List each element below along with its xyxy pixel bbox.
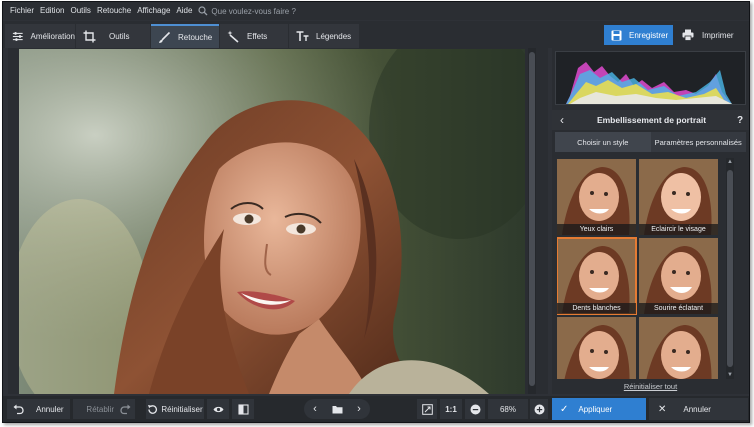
tab-amelioration[interactable]: Amélioration	[5, 24, 75, 48]
bottom-bar: Annuler Rétablir Réinitialiser ‹ › 1:1 6…	[3, 396, 749, 422]
style-thumb-5[interactable]	[557, 317, 636, 379]
undo-icon	[13, 404, 24, 414]
apply-button[interactable]: ✓ Appliquer	[552, 398, 646, 420]
tab-label: Légendes	[316, 31, 352, 41]
style-thumb-dents-blanches[interactable]: Dents blanches	[557, 237, 637, 315]
menu-edition[interactable]: Edition	[37, 2, 67, 20]
print-button[interactable]: Imprimer	[676, 25, 746, 45]
tab-label: Amélioration	[30, 31, 75, 41]
app-window: Fichier Edition Outils Retouche Affichag…	[2, 1, 750, 423]
style-caption: Yeux clairs	[557, 224, 636, 235]
menu-outils[interactable]: Outils	[67, 2, 93, 20]
search-box[interactable]: Que voulez-vous faire ?	[198, 6, 296, 16]
sliders-icon	[12, 31, 23, 41]
folder-icon	[332, 405, 342, 413]
zoom-level: 68%	[488, 399, 528, 419]
undo-label: Annuler	[36, 404, 64, 414]
save-label: Enregistrer	[629, 30, 669, 40]
style-thumb-yeux-clairs[interactable]: Yeux clairs	[557, 159, 636, 235]
menu-retouche[interactable]: Retouche	[94, 2, 134, 20]
reset-icon	[148, 404, 158, 414]
scrollbar-thumb[interactable]	[529, 52, 535, 386]
tab-parametres[interactable]: Paramètres personnalisés	[650, 132, 746, 152]
fit-icon	[421, 403, 433, 415]
panel-tabs: Choisir un style Paramètres personnalisé…	[555, 132, 746, 152]
tab-label: Retouche	[178, 32, 213, 42]
print-label: Imprimer	[702, 30, 734, 40]
tab-outils[interactable]: Outils	[76, 24, 150, 48]
main-toolbar: Amélioration Outils Retouche Effets Lége…	[3, 21, 749, 48]
style-thumb-eclaircir-visage[interactable]: Eclaircir le visage	[639, 159, 718, 235]
tab-retouche[interactable]: Retouche	[151, 24, 219, 48]
zoom-in-button[interactable]	[530, 399, 548, 419]
save-button[interactable]: Enregistrer	[604, 25, 673, 45]
printer-icon	[682, 29, 694, 41]
next-button[interactable]: ›	[348, 399, 370, 419]
right-panel: ‹ Embellissement de portrait ? Choisir u…	[552, 48, 749, 394]
crop-icon	[83, 30, 96, 42]
undo-button[interactable]: Annuler	[7, 399, 70, 419]
panel-header: ‹ Embellissement de portrait ?	[552, 110, 749, 130]
redo-label: Rétablir	[86, 404, 114, 414]
eye-icon	[213, 406, 223, 412]
check-icon: ✓	[560, 403, 569, 415]
magic-wand-icon	[227, 30, 239, 43]
menu-affichage[interactable]: Affichage	[134, 2, 173, 20]
tab-legendes[interactable]: Légendes	[289, 24, 359, 48]
compare-button[interactable]	[232, 399, 254, 419]
portrait-photo[interactable]	[19, 49, 525, 394]
style-caption: Eclaircir le visage	[639, 224, 718, 235]
close-icon: ✕	[658, 403, 667, 415]
style-caption: Dents blanches	[557, 303, 636, 314]
cancel-button[interactable]: ✕ Annuler	[649, 398, 748, 420]
style-scrollbar[interactable]: ▲ ▼	[726, 158, 734, 379]
panel-title: Embellissement de portrait	[596, 115, 707, 125]
compare-icon	[237, 403, 249, 415]
back-arrow-icon[interactable]: ‹	[552, 113, 572, 127]
histogram	[555, 51, 746, 105]
redo-button[interactable]: Rétablir	[73, 399, 135, 419]
redo-icon	[120, 404, 131, 414]
fit-to-window-button[interactable]	[417, 399, 437, 419]
canvas-area[interactable]	[8, 48, 548, 394]
menu-bar: Fichier Edition Outils Retouche Affichag…	[3, 2, 749, 20]
style-grid: Yeux clairs Eclaircir le visage Dents bl…	[557, 159, 721, 379]
zoom-out-button[interactable]	[465, 399, 485, 419]
tab-label: Outils	[109, 31, 130, 41]
reset-button[interactable]: Réinitialiser	[146, 399, 204, 419]
zoom-in-icon	[534, 404, 544, 414]
tab-label: Effets	[247, 31, 268, 41]
zoom-out-icon	[470, 404, 480, 414]
apply-label: Appliquer	[578, 404, 613, 414]
scroll-up-icon[interactable]: ▲	[726, 158, 734, 166]
menu-aide[interactable]: Aide	[173, 2, 195, 20]
search-icon	[198, 6, 208, 16]
menu-fichier[interactable]: Fichier	[7, 2, 37, 20]
text-icon	[296, 30, 309, 41]
scroll-down-icon[interactable]: ▼	[726, 371, 734, 379]
scrollbar-thumb[interactable]	[727, 170, 733, 367]
preview-button[interactable]	[207, 399, 229, 419]
chevron-left-icon: ‹	[313, 403, 317, 415]
reset-all-link[interactable]: Réinitialiser tout	[552, 382, 749, 391]
brush-icon	[159, 31, 171, 43]
style-caption: Sourire éclatant	[639, 303, 718, 314]
chevron-right-icon: ›	[357, 403, 361, 415]
style-thumb-6[interactable]	[639, 317, 718, 379]
cancel-label: Annuler	[683, 404, 711, 414]
tab-effets[interactable]: Effets	[220, 24, 288, 48]
save-icon	[611, 30, 622, 40]
style-thumb-sourire-eclatant[interactable]: Sourire éclatant	[639, 238, 718, 314]
previous-button[interactable]: ‹	[304, 399, 326, 419]
reset-label: Réinitialiser	[161, 404, 203, 414]
help-icon[interactable]: ?	[731, 115, 749, 126]
tab-choisir-style[interactable]: Choisir un style	[555, 132, 651, 152]
open-folder-button[interactable]	[326, 399, 348, 419]
actual-size-button[interactable]: 1:1	[440, 399, 462, 419]
canvas-scrollbar[interactable]	[528, 48, 536, 394]
search-placeholder: Que voulez-vous faire ?	[211, 6, 296, 16]
